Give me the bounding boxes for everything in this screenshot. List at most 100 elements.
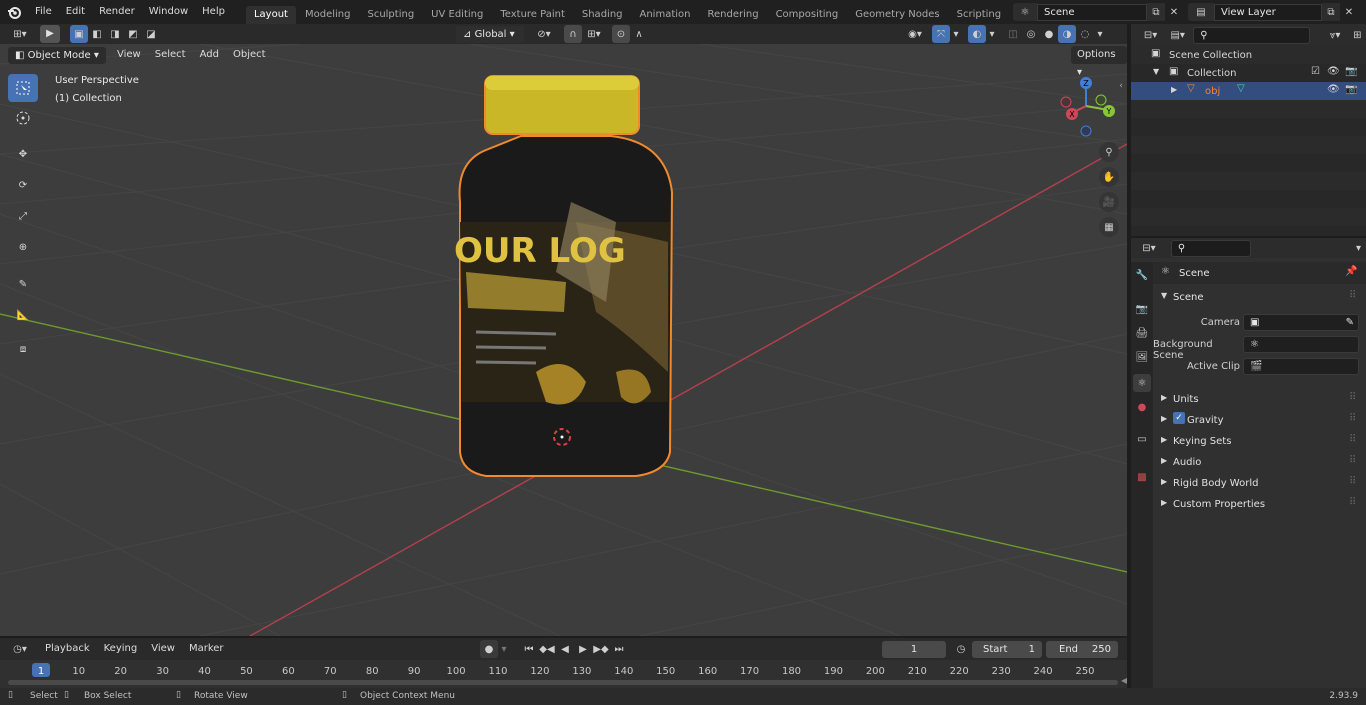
mesh-data-icon[interactable]: ▽ — [1237, 83, 1245, 94]
select-box-tool-icon[interactable] — [8, 74, 38, 102]
outliner-row[interactable]: ▼ ▣ Collection ☑ 👁 📷 — [1131, 64, 1366, 82]
object-mode-dropdown[interactable]: ◧ Object Mode ▾ — [8, 46, 106, 64]
new-collection-icon[interactable]: ⊞ — [1349, 26, 1366, 44]
material-shading-icon[interactable]: ◑ — [1058, 25, 1076, 43]
gizmo-toggle-icon[interactable]: ⤧ — [932, 25, 950, 43]
gizmo-dropdown-icon[interactable]: ▾ — [950, 25, 962, 43]
texture-tab-icon[interactable]: ▩ — [1133, 468, 1151, 486]
tab-uv-editing[interactable]: UV Editing — [423, 6, 491, 24]
select-new-icon[interactable]: ▣ — [70, 25, 88, 43]
display-mode-icon[interactable]: ▤▾ — [1166, 26, 1189, 44]
tab-scripting[interactable]: Scripting — [949, 6, 1009, 24]
next-keyframe-icon[interactable]: ▶◆ — [592, 640, 610, 658]
menu-file[interactable]: File — [28, 0, 59, 24]
navigation-gizmo[interactable]: Z Y X — [1054, 76, 1118, 140]
world-tab-icon[interactable]: ● — [1133, 398, 1151, 416]
collection-tab-icon[interactable]: ▭ — [1133, 430, 1151, 448]
current-frame-field[interactable]: 1 — [882, 641, 946, 658]
start-frame-field[interactable]: Start 1 — [972, 641, 1042, 658]
blender-logo-icon[interactable] — [4, 3, 24, 21]
scene-panel-header[interactable]: ▼ Scene ⠿ — [1153, 288, 1366, 306]
filter-icon[interactable]: ⩔▾ — [1324, 26, 1347, 44]
view-layer-field[interactable]: View Layer — [1214, 3, 1322, 21]
scene-selector[interactable]: ⚛ Scene ⧉ ✕ — [1013, 3, 1183, 21]
xray-icon[interactable]: ◫ — [1004, 25, 1022, 43]
editor-type-icon[interactable]: ⊟▾ — [1139, 26, 1162, 44]
outliner-row[interactable]: ▣ Scene Collection — [1131, 46, 1366, 64]
active-clip-field[interactable]: 🎬 — [1243, 358, 1359, 375]
camera-view-icon[interactable]: 🎥 — [1099, 192, 1119, 212]
3d-cursor-icon[interactable] — [550, 425, 574, 449]
menu-render[interactable]: Render — [92, 0, 142, 24]
visibility-icon[interactable]: ◉▾ — [902, 25, 928, 43]
new-scene-icon[interactable]: ⧉ — [1147, 3, 1165, 21]
play-icon[interactable]: ▶ — [574, 640, 592, 658]
menu-window[interactable]: Window — [142, 0, 195, 24]
perspective-toggle-icon[interactable]: ▦ — [1099, 217, 1119, 237]
tab-layout[interactable]: Layout — [245, 6, 296, 24]
checkbox-icon[interactable]: ☑ — [1311, 66, 1320, 77]
tab-compositing[interactable]: Compositing — [768, 6, 847, 24]
move-tool-icon[interactable]: ✥ — [8, 140, 38, 168]
drag-handle-icon[interactable]: ⠿ — [1349, 413, 1356, 424]
drag-handle-icon[interactable]: ⠿ — [1349, 497, 1356, 508]
options-dropdown[interactable]: Options ▾ — [1071, 46, 1127, 78]
end-frame-field[interactable]: End 250 — [1046, 641, 1118, 658]
outliner-row-selected[interactable]: ▶ ▽ obj ▽ 👁 📷 — [1131, 82, 1366, 100]
interaction-mode-icon[interactable]: ▶ — [40, 25, 60, 43]
expand-arrow-icon[interactable]: ▼ — [1153, 67, 1159, 76]
timeline-scrollbar[interactable] — [8, 680, 1118, 685]
subpanel-keying-sets[interactable]: ▶ Keying Sets ⠿ — [1153, 432, 1366, 450]
background-scene-field[interactable]: ⚛ — [1243, 336, 1359, 353]
eyedropper-icon[interactable]: ✎ — [1346, 315, 1354, 330]
tab-rendering[interactable]: Rendering — [699, 6, 766, 24]
subpanel-gravity[interactable]: ▶ ✓ Gravity ⠿ — [1153, 411, 1366, 429]
transform-tool-icon[interactable]: ⊕ — [8, 233, 38, 261]
wireframe-shading-icon[interactable]: ◎ — [1022, 25, 1040, 43]
outliner-search-input[interactable]: ⚲ — [1193, 26, 1310, 44]
camera-icon[interactable]: 📷 — [1345, 66, 1357, 77]
play-reverse-icon[interactable]: ◀ — [556, 640, 574, 658]
snap-icon[interactable]: ∩ — [564, 25, 582, 43]
proportional-edit-icon[interactable]: ⊙ — [612, 25, 630, 43]
select-intersect-icon[interactable]: ◪ — [142, 25, 160, 43]
scene-name-field[interactable]: Scene — [1037, 3, 1147, 21]
timeline-menu-playback[interactable]: Playback — [38, 639, 97, 659]
rendered-shading-icon[interactable]: ◌ — [1076, 25, 1094, 43]
cursor-tool-icon[interactable] — [8, 104, 38, 132]
options-dropdown-icon[interactable]: ▾ — [1351, 239, 1366, 257]
render-tab-icon[interactable]: 📷 — [1133, 300, 1151, 318]
timeline-menu-marker[interactable]: Marker — [182, 639, 231, 659]
tab-geometry-nodes[interactable]: Geometry Nodes — [847, 6, 947, 24]
overlays-dropdown-icon[interactable]: ▾ — [986, 25, 998, 43]
pin-icon[interactable]: 📌 — [1345, 266, 1357, 277]
annotate-tool-icon[interactable]: ✎ — [8, 270, 38, 298]
menu-help[interactable]: Help — [195, 0, 232, 24]
editor-type-icon[interactable]: ⊟▾ — [1139, 239, 1159, 257]
new-view-layer-icon[interactable]: ⧉ — [1322, 3, 1340, 21]
menu-edit[interactable]: Edit — [59, 0, 92, 24]
tab-shading[interactable]: Shading — [574, 6, 631, 24]
subpanel-custom-properties[interactable]: ▶ Custom Properties ⠿ — [1153, 495, 1366, 513]
tab-modeling[interactable]: Modeling — [297, 6, 359, 24]
drag-handle-icon[interactable]: ⠿ — [1349, 476, 1356, 487]
gravity-checkbox[interactable]: ✓ — [1173, 412, 1185, 424]
shading-dropdown-icon[interactable]: ▾ — [1094, 25, 1106, 43]
eye-icon[interactable]: 👁 — [1327, 84, 1340, 95]
viewport-menu-view[interactable]: View — [110, 45, 148, 65]
measure-tool-icon[interactable]: 📐 — [8, 301, 38, 329]
tool-tab-icon[interactable]: 🔧 — [1133, 266, 1151, 284]
tab-sculpting[interactable]: Sculpting — [359, 6, 422, 24]
select-subtract-icon[interactable]: ◨ — [106, 25, 124, 43]
subpanel-rigid-body-world[interactable]: ▶ Rigid Body World ⠿ — [1153, 474, 1366, 492]
preview-range-icon[interactable]: ◷ — [952, 640, 970, 658]
viewport-menu-select[interactable]: Select — [148, 45, 193, 65]
3d-viewport[interactable]: OUR LOG User Perspective (1) Collection … — [0, 44, 1127, 636]
camera-icon[interactable]: 📷 — [1345, 84, 1357, 95]
tab-texture-paint[interactable]: Texture Paint — [492, 6, 573, 24]
editor-type-icon[interactable]: ⊞▾ — [8, 25, 32, 43]
eye-icon[interactable]: 👁 — [1327, 66, 1340, 77]
solid-shading-icon[interactable]: ● — [1040, 25, 1058, 43]
viewport-menu-object[interactable]: Object — [226, 45, 273, 65]
pivot-point-icon[interactable]: ⊘▾ — [530, 25, 558, 43]
